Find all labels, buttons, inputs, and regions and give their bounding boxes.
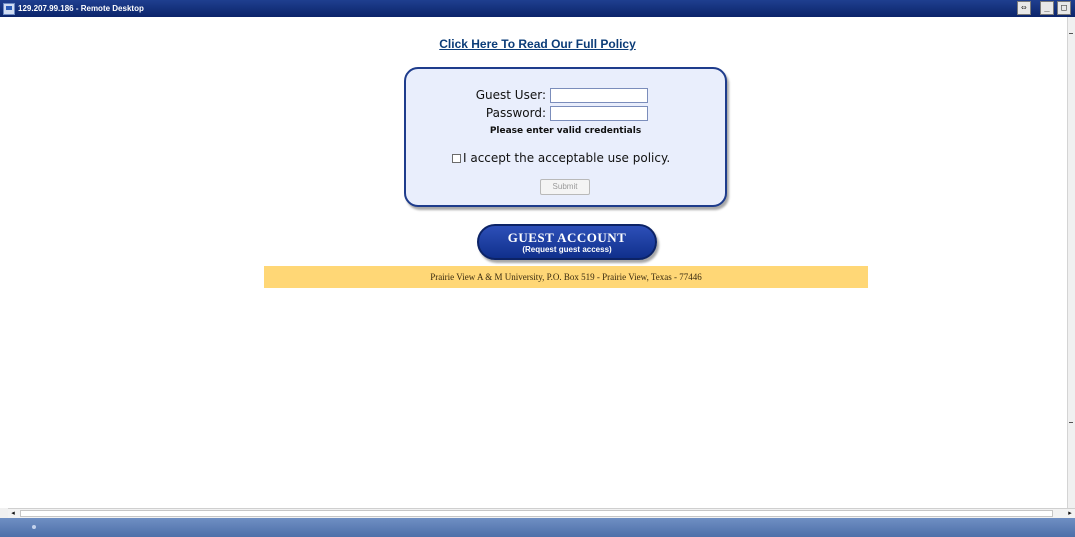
vertical-scrollbar[interactable]	[1067, 17, 1075, 508]
window-controls: ⇔ _ □	[1017, 1, 1071, 15]
guest-user-label: Guest User:	[475, 88, 546, 102]
guest-user-input[interactable]	[550, 88, 648, 103]
submit-button[interactable]: Submit	[540, 179, 590, 195]
scroll-tick	[1069, 33, 1073, 34]
horizontal-scrollbar[interactable]: ◂ ▸	[8, 508, 1075, 518]
remote-desktop-icon	[3, 2, 15, 15]
guest-account-button[interactable]: GUEST ACCOUNT (Request guest access)	[477, 224, 657, 260]
scrollbar-corner	[0, 508, 8, 518]
guest-account-title: GUEST ACCOUNT	[507, 230, 627, 245]
scroll-tick	[1069, 422, 1073, 423]
university-address-footer: Prairie View A & M University, P.O. Box …	[264, 266, 868, 288]
scroll-left-icon[interactable]: ◂	[8, 509, 18, 518]
remote-desktop-content: Click Here To Read Our Full Policy Guest…	[0, 17, 1067, 508]
scroll-track[interactable]	[20, 510, 1053, 517]
guest-account-subtitle: (Request guest access)	[522, 245, 612, 254]
taskbar-indicator-icon	[32, 525, 36, 529]
restore-connection-bar-icon[interactable]: ⇔	[1017, 1, 1031, 15]
accept-policy-label[interactable]: I accept the acceptable use policy.	[463, 151, 670, 165]
maximize-icon[interactable]: □	[1057, 1, 1071, 15]
taskbar	[0, 518, 1075, 537]
minimize-icon[interactable]: _	[1040, 1, 1054, 15]
credentials-message: Please enter valid credentials	[489, 126, 642, 136]
accept-policy-row[interactable]: I accept the acceptable use policy.	[452, 151, 670, 165]
login-panel: Guest User: Password: Please enter valid…	[404, 67, 727, 207]
password-input[interactable]	[550, 106, 648, 121]
window-title: 129.207.99.186 - Remote Desktop	[18, 4, 144, 13]
password-label: Password:	[485, 106, 546, 120]
read-full-policy-link[interactable]: Click Here To Read Our Full Policy	[0, 37, 1075, 51]
remote-desktop-titlebar: 129.207.99.186 - Remote Desktop ⇔ _ □	[0, 0, 1075, 17]
accept-policy-checkbox[interactable]	[452, 153, 461, 163]
scroll-right-icon[interactable]: ▸	[1065, 509, 1075, 518]
